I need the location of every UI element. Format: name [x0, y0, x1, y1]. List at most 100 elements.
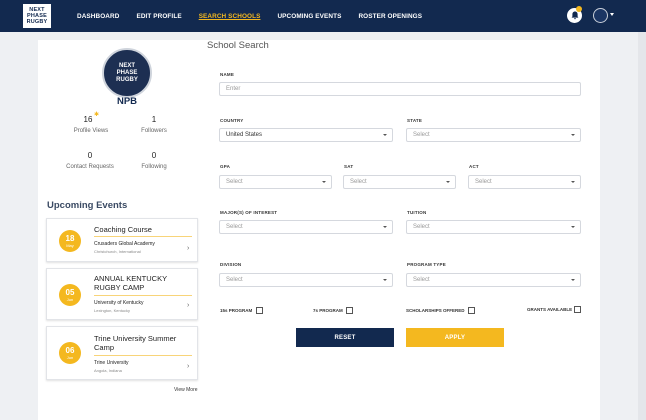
- country-value: United States: [226, 132, 263, 138]
- event-card[interactable]: 18 May Coaching Course Crusaders Global …: [46, 218, 198, 262]
- chevron-right-icon[interactable]: ›: [187, 245, 189, 252]
- chevron-right-icon[interactable]: ›: [187, 363, 189, 370]
- event-location: Christchurch, International: [94, 249, 141, 254]
- chevron-down-icon: [383, 134, 387, 136]
- logo-line: RUGBY: [26, 19, 48, 25]
- country-select[interactable]: United States: [219, 128, 393, 142]
- nav-edit-profile[interactable]: EDIT PROFILE: [136, 13, 181, 20]
- chevron-down-icon: [446, 181, 450, 183]
- event-card[interactable]: 05 Jun ANNUAL KENTUCKY RUGBY CAMP Univer…: [46, 268, 198, 320]
- gpa-select[interactable]: Select: [219, 175, 332, 189]
- event-date-badge: 06 Jun: [59, 342, 81, 364]
- nav-search-schools[interactable]: SEARCH SCHOOLS: [199, 13, 261, 20]
- program-type-select[interactable]: Select: [406, 273, 581, 287]
- gpa-label: GPA: [220, 164, 231, 169]
- event-month: Jun: [66, 354, 74, 360]
- followers-count: 1: [151, 115, 157, 124]
- chevron-down-icon: [322, 181, 326, 183]
- profile-logo-line: NEXT: [118, 62, 135, 69]
- nav-roster-openings[interactable]: ROSTER OPENINGS: [358, 13, 422, 20]
- event-date-badge: 18 May: [59, 230, 81, 252]
- act-select[interactable]: Select: [468, 175, 581, 189]
- tuition-label: TUITION: [407, 210, 427, 215]
- chevron-down-icon: [383, 279, 387, 281]
- event-org: University of Kentucky: [94, 300, 144, 306]
- profile-views-label: Profile Views: [73, 128, 109, 134]
- apply-button[interactable]: APPLY: [406, 328, 504, 347]
- event-location: Lexington, Kentucky: [94, 308, 131, 313]
- chevron-down-icon: [571, 181, 575, 183]
- tuition-select[interactable]: Select: [406, 220, 581, 234]
- profile-logo-line: PHASE: [116, 69, 138, 76]
- chevron-down-icon: [383, 226, 387, 228]
- avatar[interactable]: [593, 8, 608, 23]
- following-label: Following: [141, 164, 167, 170]
- name-label: NAME: [220, 72, 235, 77]
- sat-select[interactable]: Select: [343, 175, 456, 189]
- division-label: DIVISION: [220, 262, 242, 267]
- star-icon: ✱: [94, 112, 100, 118]
- chevron-down-icon: [571, 226, 575, 228]
- state-label: STATE: [407, 118, 423, 123]
- 7s-program-checkbox[interactable]: [346, 307, 353, 314]
- name-input[interactable]: Enter: [219, 82, 581, 96]
- scholarships-offered-label: SCHOLARSHIPS OFFERED: [406, 308, 465, 313]
- scholarships-offered-checkbox[interactable]: [468, 307, 475, 314]
- country-label: COUNTRY: [220, 118, 244, 123]
- program-type-label: PROGRAM TYPE: [407, 262, 446, 267]
- profile-logo-line: RUGBY: [116, 76, 138, 83]
- notification-badge: [576, 6, 582, 12]
- event-divider: [94, 355, 192, 356]
- division-select[interactable]: Select: [219, 273, 393, 287]
- sat-label: SAT: [344, 164, 354, 169]
- event-name: Trine University Summer Camp: [94, 334, 177, 352]
- state-select[interactable]: Select: [406, 128, 581, 142]
- sat-value: Select: [350, 179, 367, 185]
- tuition-value: Select: [413, 224, 430, 230]
- followers-label: Followers: [141, 128, 167, 134]
- division-value: Select: [226, 277, 243, 283]
- 15s-program-label: 15s PROGRAM: [220, 308, 253, 313]
- view-more-link[interactable]: View More: [174, 387, 198, 393]
- profile-name: NPB: [116, 96, 138, 107]
- major-value: Select: [226, 224, 243, 230]
- event-divider: [94, 295, 192, 296]
- event-name: ANNUAL KENTUCKY RUGBY CAMP: [94, 274, 167, 292]
- contact-requests-label: Contact Requests: [66, 164, 114, 170]
- nav-dashboard[interactable]: DASHBOARD: [77, 13, 119, 20]
- program-type-value: Select: [413, 277, 430, 283]
- chevron-right-icon[interactable]: ›: [187, 302, 189, 309]
- event-card[interactable]: 06 Jun Trine University Summer Camp Trin…: [46, 326, 198, 380]
- event-day: 06: [65, 345, 75, 355]
- nav-upcoming-events[interactable]: UPCOMING EVENTS: [277, 13, 341, 20]
- major-select[interactable]: Select: [219, 220, 393, 234]
- event-name: Coaching Course: [94, 225, 152, 234]
- event-day: 18: [65, 233, 75, 243]
- scrollbar[interactable]: [638, 32, 646, 420]
- event-month: May: [66, 242, 74, 248]
- chevron-down-icon[interactable]: [610, 13, 614, 16]
- upcoming-events-title: Upcoming Events: [47, 200, 128, 211]
- act-value: Select: [475, 179, 492, 185]
- following-count: 0: [151, 151, 157, 160]
- event-location: Angola, Indiana: [94, 368, 122, 373]
- gpa-value: Select: [226, 179, 243, 185]
- profile-logo: NEXT PHASE RUGBY: [102, 48, 152, 98]
- main-nav: DASHBOARD EDIT PROFILE SEARCH SCHOOLS UP…: [77, 0, 439, 32]
- contact-requests-count: 0: [87, 151, 93, 160]
- 7s-program-label: 7s PROGRAM: [313, 308, 343, 313]
- chevron-down-icon: [571, 279, 575, 281]
- event-org: Crusaders Global Academy: [94, 241, 155, 247]
- brand-logo[interactable]: NEXT PHASE RUGBY: [22, 3, 52, 29]
- reset-button[interactable]: RESET: [296, 328, 394, 347]
- event-day: 05: [65, 287, 75, 297]
- major-label: MAJOR(S) OF INTEREST: [220, 210, 278, 215]
- grants-available-checkbox[interactable]: [574, 306, 581, 313]
- chevron-down-icon: [571, 134, 575, 136]
- event-divider: [94, 236, 192, 237]
- 15s-program-checkbox[interactable]: [256, 307, 263, 314]
- event-org: Trine University: [94, 360, 129, 366]
- state-value: Select: [413, 132, 430, 138]
- page-title: School Search: [207, 40, 269, 51]
- bell-icon[interactable]: [567, 6, 582, 23]
